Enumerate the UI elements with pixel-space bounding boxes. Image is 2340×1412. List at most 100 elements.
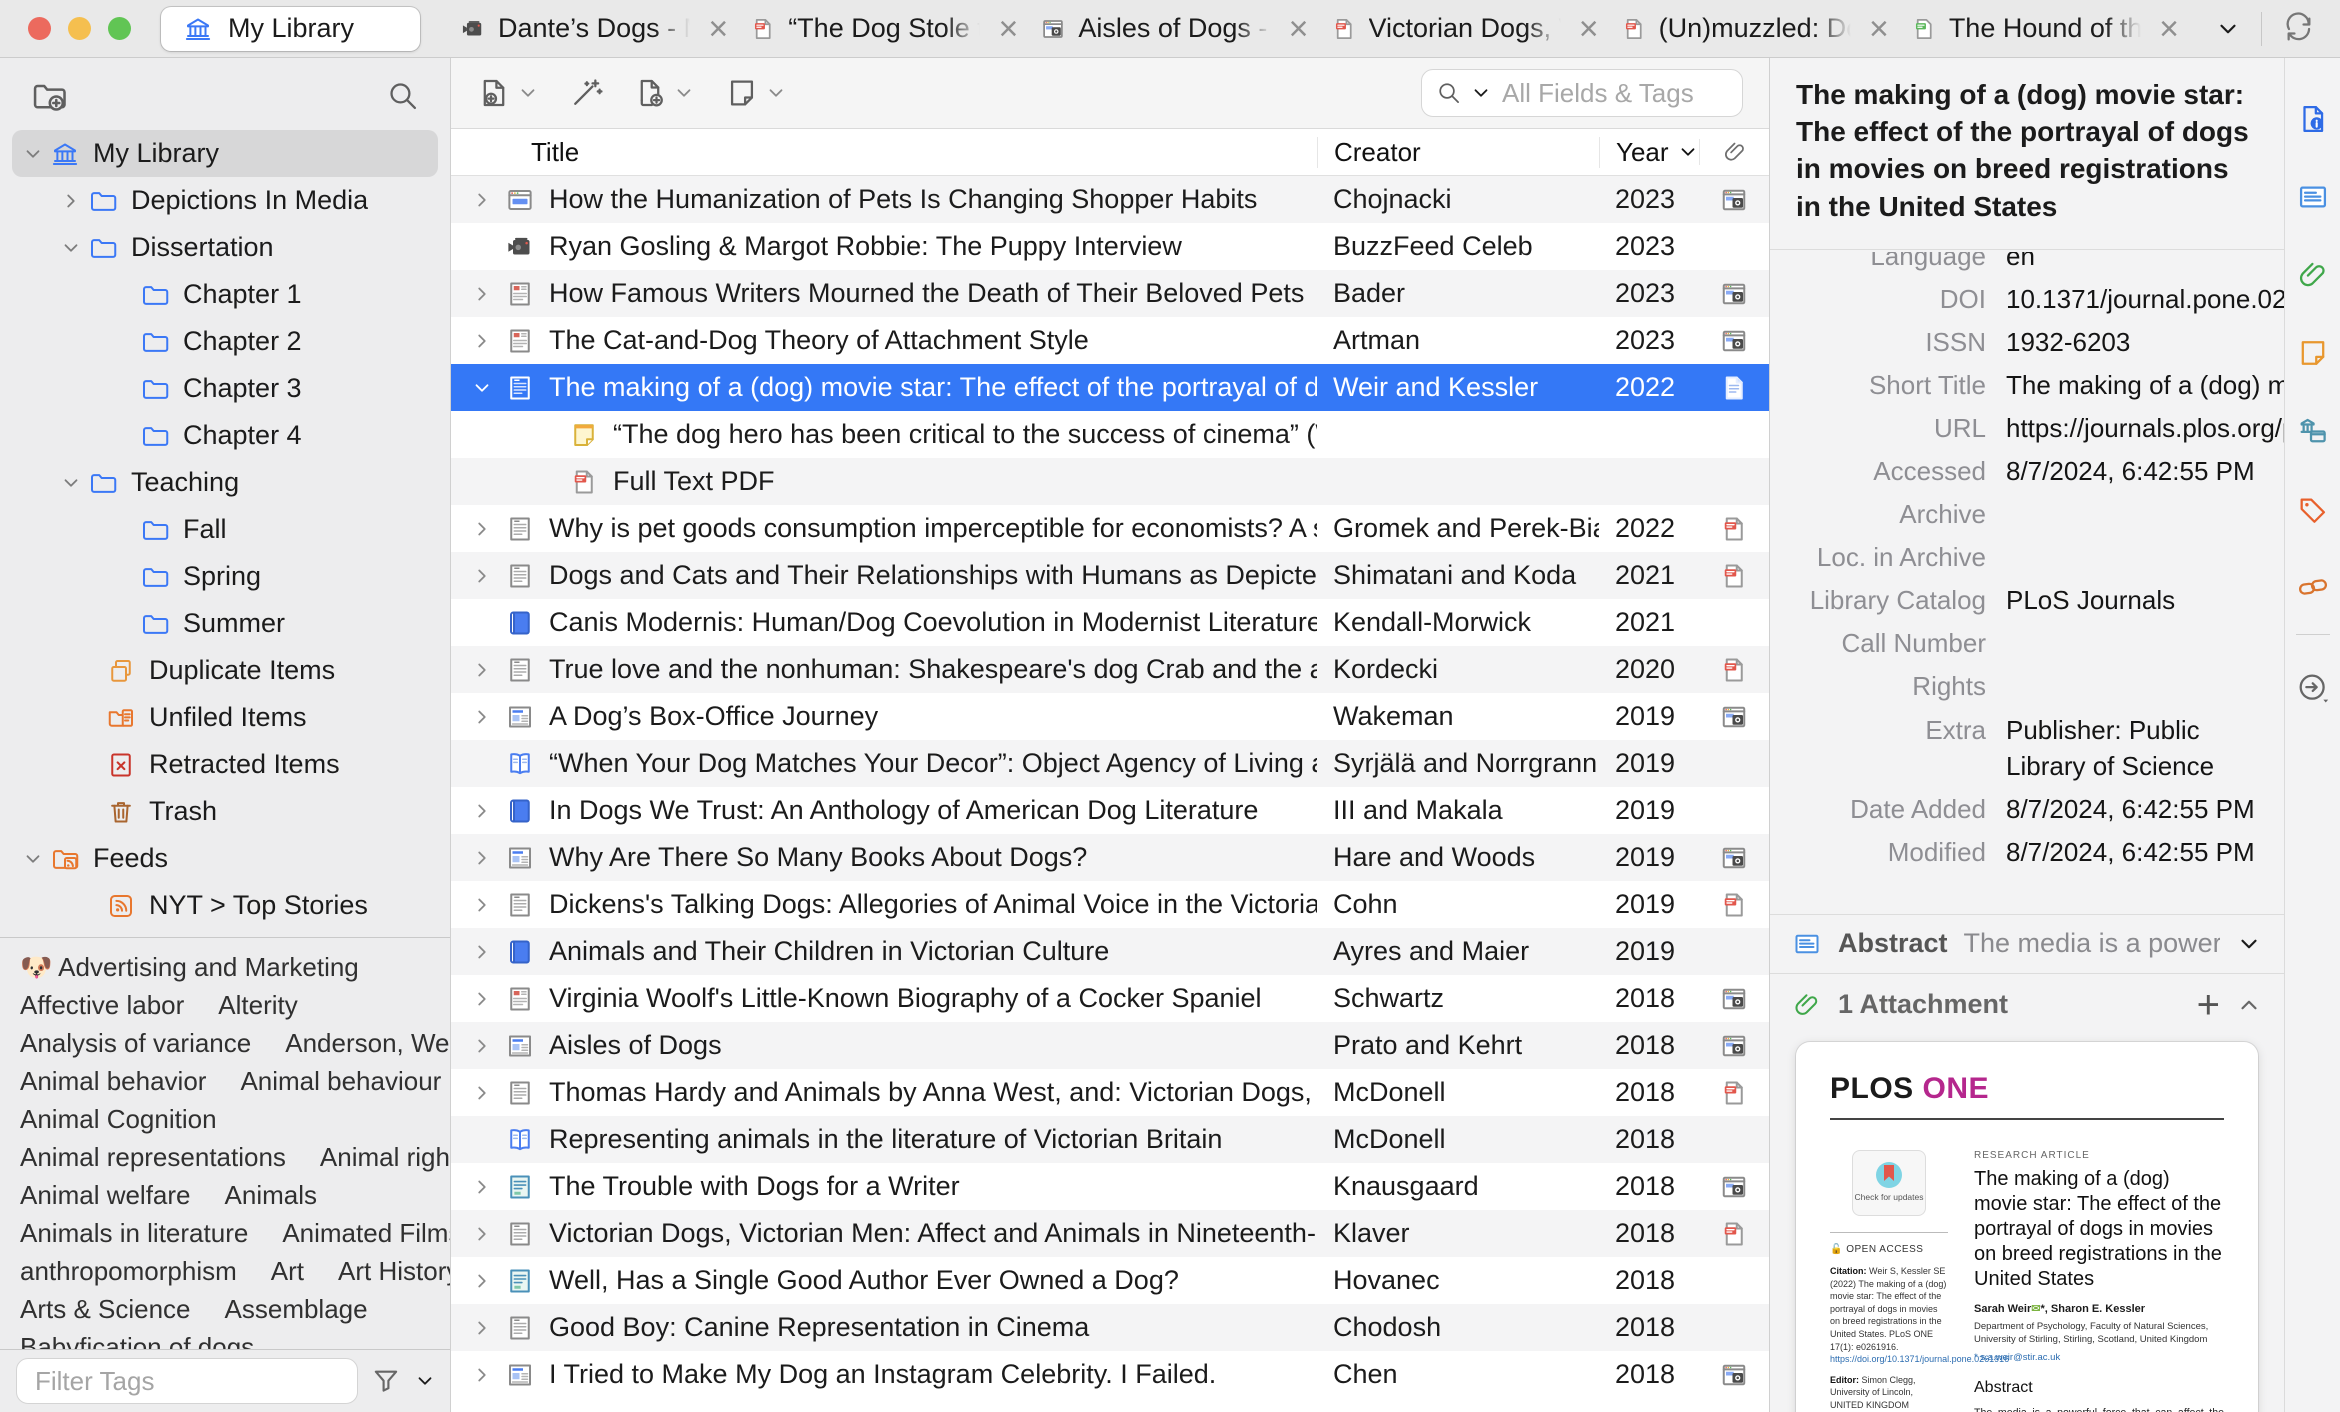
item-row[interactable]: In Dogs We Trust: An Anthology of Americ…: [451, 787, 1769, 834]
close-window-button[interactable]: [28, 17, 51, 40]
item-row[interactable]: I Tried to Make My Dog an Instagram Cele…: [451, 1351, 1769, 1398]
sidebar-item-teaching[interactable]: Teaching: [12, 459, 438, 506]
item-row[interactable]: Thomas Hardy and Animals by Anna West, a…: [451, 1069, 1769, 1116]
child-item-row[interactable]: “The dog hero has been critical to the s…: [451, 411, 1769, 458]
pane-tab-tag[interactable]: [2285, 470, 2340, 548]
sidebar-item-spring[interactable]: Spring: [12, 553, 438, 600]
tag-filter-chevron-icon[interactable]: [414, 1370, 436, 1392]
new-item-button[interactable]: [477, 76, 539, 110]
column-header-attachment[interactable]: [1699, 139, 1769, 165]
item-row[interactable]: The Cat-and-Dog Theory of Attachment Sty…: [451, 317, 1769, 364]
pane-tab-abstracticon[interactable]: [2285, 158, 2340, 236]
twisty-collapsed-icon[interactable]: [451, 1223, 497, 1245]
twisty-collapsed-icon[interactable]: [451, 941, 497, 963]
twisty-expanded-icon[interactable]: [451, 377, 497, 399]
field-value[interactable]: en: [2006, 252, 2284, 278]
search-box[interactable]: [1421, 69, 1743, 117]
sidebar-item-retracted-items[interactable]: Retracted Items: [12, 741, 438, 788]
column-header-title[interactable]: Title: [451, 137, 1317, 168]
item-row[interactable]: Why Are There So Many Books About Dogs? H…: [451, 834, 1769, 881]
pdf-preview-card[interactable]: PLOS ONE Check for updates 🔓 OPEN ACCESS…: [1796, 1041, 2258, 1412]
tag-item[interactable]: Animals in literature: [20, 1218, 248, 1248]
tag-item[interactable]: anthropomorphism: [20, 1256, 237, 1286]
tag-item[interactable]: Art History: [338, 1256, 450, 1286]
chevron-down-icon[interactable]: [2236, 931, 2262, 957]
sidebar-item-dissertation[interactable]: Dissertation: [12, 224, 438, 271]
item-row[interactable]: Dogs and Cats and Their Relationships wi…: [451, 552, 1769, 599]
field-value[interactable]: 1932-6203: [2006, 321, 2284, 364]
twisty-collapsed-icon[interactable]: [451, 330, 497, 352]
tag-item[interactable]: Animals: [225, 1180, 317, 1210]
zoom-window-button[interactable]: [108, 17, 131, 40]
item-title[interactable]: The making of a (dog) movie star: The ef…: [1770, 58, 2284, 250]
item-row[interactable]: How the Humanization of Pets Is Changing…: [451, 176, 1769, 223]
item-row[interactable]: True love and the nonhuman: Shakespeare'…: [451, 646, 1769, 693]
add-attachment-button[interactable]: +: [2197, 985, 2220, 1025]
field-value[interactable]: PLoS Journals: [2006, 579, 2284, 622]
item-row[interactable]: Victorian Dogs, Victorian Men: Affect an…: [451, 1210, 1769, 1257]
tag-item[interactable]: Affective labor: [20, 990, 184, 1020]
tag-item[interactable]: Anderson, Wes: [285, 1028, 450, 1058]
tab-2[interactable]: “The Dog Stole the P ×: [740, 12, 1030, 46]
tag-item[interactable]: Assemblage: [225, 1294, 368, 1324]
sidebar-item-fall[interactable]: Fall: [12, 506, 438, 553]
tag-item[interactable]: Arts & Science: [20, 1294, 191, 1324]
twisty-collapsed-icon[interactable]: [451, 1176, 497, 1198]
sidebar-item-duplicate-items[interactable]: Duplicate Items: [12, 647, 438, 694]
item-row[interactable]: Animals and Their Children in Victorian …: [451, 928, 1769, 975]
twisty-collapsed-icon[interactable]: [451, 189, 497, 211]
twisty-collapsed-icon[interactable]: [451, 1364, 497, 1386]
twisty-collapsed-icon[interactable]: [451, 894, 497, 916]
tag-item[interactable]: Babyfication of dogs: [20, 1332, 254, 1349]
column-header-year[interactable]: Year: [1599, 136, 1699, 168]
search-input[interactable]: [1500, 76, 1728, 110]
item-row[interactable]: Dickens's Talking Dogs: Allegories of An…: [451, 881, 1769, 928]
field-value[interactable]: https://journals.plos.org/pl ...: [2006, 407, 2284, 450]
sidebar-item-chapter-2[interactable]: Chapter 2: [12, 318, 438, 365]
twisty-collapsed-icon[interactable]: [451, 283, 497, 305]
item-row[interactable]: A Dog’s Box-Office Journey Wakeman 2019: [451, 693, 1769, 740]
twisty-collapsed-icon[interactable]: [451, 1035, 497, 1057]
tab-4[interactable]: Victorian Dogs, Vict ×: [1321, 12, 1611, 46]
field-value[interactable]: 8/7/2024, 6:42:55 PM: [2006, 450, 2284, 493]
twisty-collapsed-icon[interactable]: [451, 1082, 497, 1104]
field-value[interactable]: 8/7/2024, 6:42:55 PM: [2006, 788, 2284, 831]
item-row[interactable]: Virginia Woolf's Little-Known Biography …: [451, 975, 1769, 1022]
twisty-collapsed-icon[interactable]: [451, 706, 497, 728]
item-row[interactable]: Aisles of Dogs Prato and Kehrt 2018: [451, 1022, 1769, 1069]
tab-6[interactable]: The Hound of the Ba ×: [1901, 12, 2191, 46]
item-row[interactable]: How Famous Writers Mourned the Death of …: [451, 270, 1769, 317]
sidebar-item-depictions-in-media[interactable]: Depictions In Media: [12, 177, 438, 224]
chevron-up-icon[interactable]: [2236, 992, 2262, 1018]
item-row[interactable]: Canis Modernis: Human/Dog Coevolution in…: [451, 599, 1769, 646]
twisty-collapsed-icon[interactable]: [451, 1317, 497, 1339]
tab-5[interactable]: (Un)muzzled: Dogs i ×: [1611, 12, 1901, 46]
item-row[interactable]: “When Your Dog Matches Your Decor”: Obje…: [451, 740, 1769, 787]
twisty-collapsed-icon[interactable]: [451, 800, 497, 822]
twisty-collapsed-icon[interactable]: [451, 847, 497, 869]
close-tab-icon[interactable]: ×: [1867, 12, 1891, 46]
item-row[interactable]: Representing animals in the literature o…: [451, 1116, 1769, 1163]
tag-item[interactable]: Animal rights: [320, 1142, 450, 1172]
tag-item[interactable]: Art: [271, 1256, 304, 1286]
add-by-identifier-button[interactable]: [569, 76, 603, 110]
pane-tab-clip[interactable]: [2285, 236, 2340, 314]
new-note-button[interactable]: [725, 76, 787, 110]
item-row[interactable]: Good Boy: Canine Representation in Cinem…: [451, 1304, 1769, 1351]
collection-search-icon[interactable]: [386, 79, 420, 113]
sidebar-item-summer[interactable]: Summer: [12, 600, 438, 647]
sidebar-item-nyt-top-stories[interactable]: NYT > Top Stories: [12, 882, 438, 929]
tag-item[interactable]: Analysis of variance: [20, 1028, 251, 1058]
sidebar-item-unfiled-items[interactable]: Unfiled Items: [12, 694, 438, 741]
search-scope-chevron-icon[interactable]: [1470, 82, 1492, 104]
twisty-expanded-icon[interactable]: [60, 472, 82, 494]
field-value[interactable]: [2006, 665, 2284, 708]
field-value[interactable]: [2006, 493, 2284, 536]
close-tab-icon[interactable]: ×: [2157, 12, 2181, 46]
tab-1[interactable]: Dante’s Dogs - Mang ×: [450, 12, 740, 46]
tab-3[interactable]: Aisles of Dogs - Prat ×: [1030, 12, 1320, 46]
tag-item[interactable]: 🐶 Advertising and Marketing: [20, 952, 359, 982]
minimize-window-button[interactable]: [68, 17, 91, 40]
sidebar-item-chapter-4[interactable]: Chapter 4: [12, 412, 438, 459]
close-tab-icon[interactable]: ×: [706, 12, 730, 46]
